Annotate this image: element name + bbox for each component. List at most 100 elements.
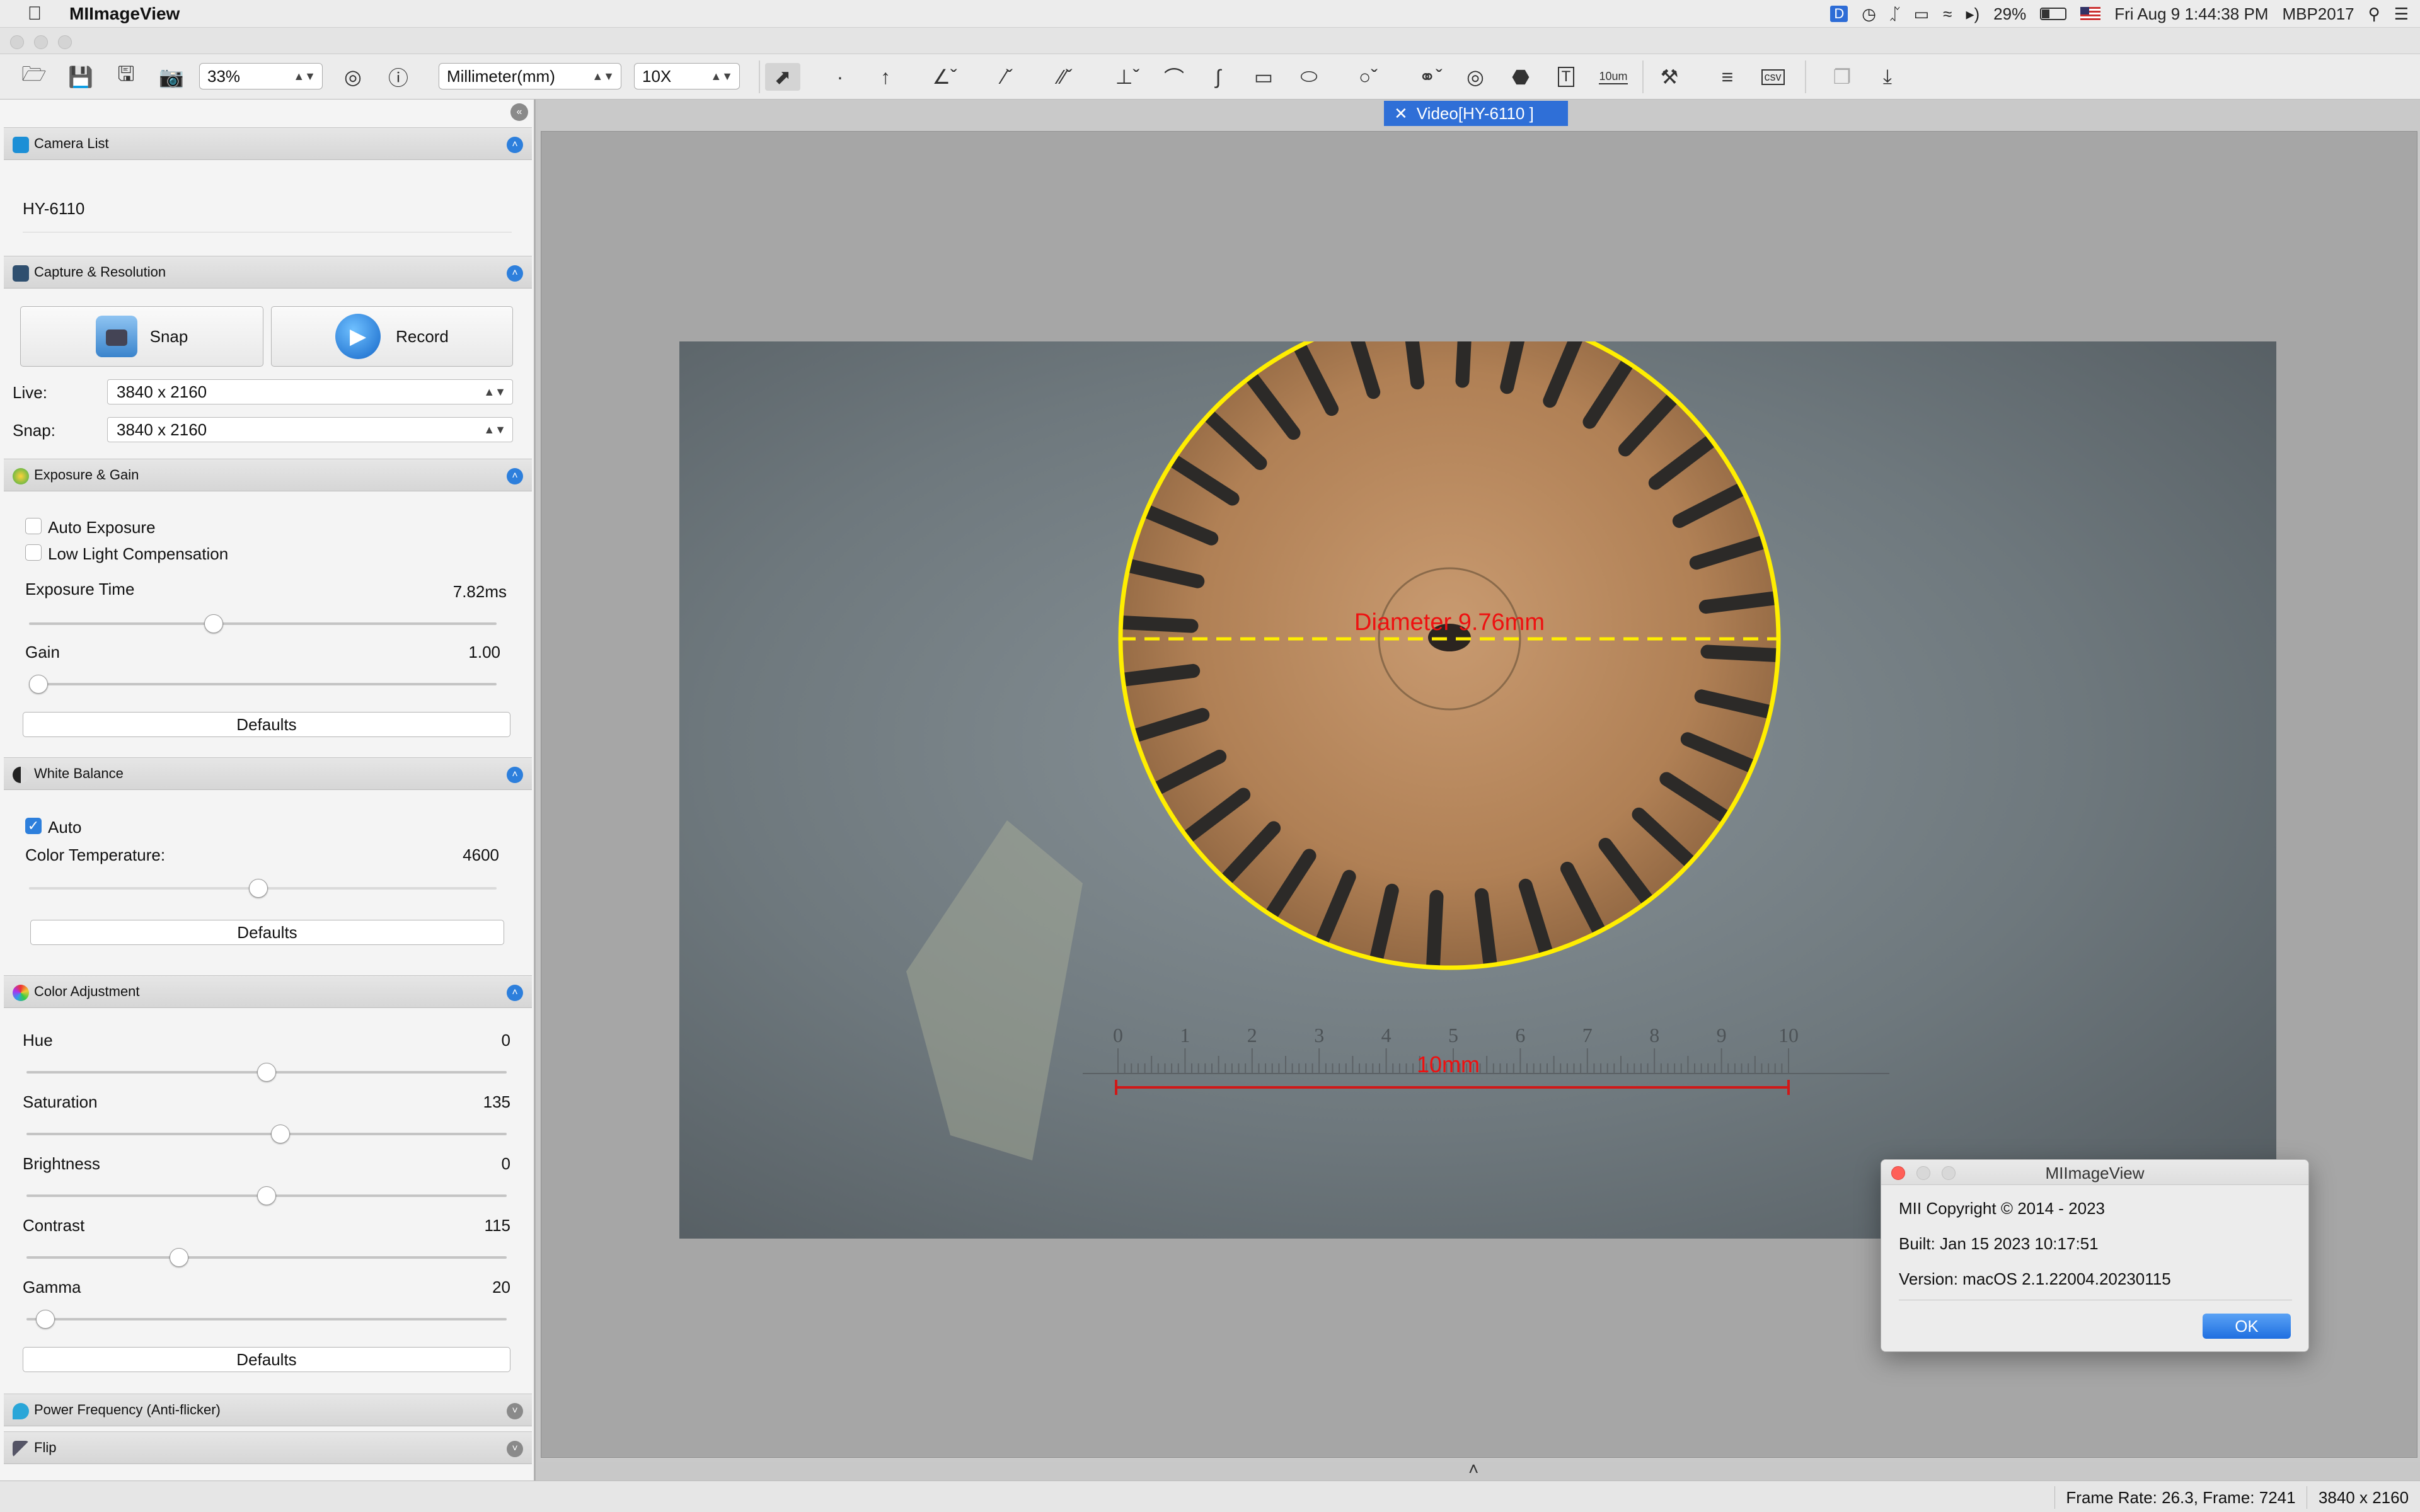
scale-bar-tool-icon[interactable]: 10um	[1596, 63, 1631, 91]
diameter-label: Diameter 9.76mm	[1354, 609, 1545, 636]
target-icon[interactable]: ◎	[338, 63, 368, 91]
chevron-up-icon[interactable]: ˄	[1468, 1459, 1484, 1479]
saturation-slider[interactable]	[26, 1125, 507, 1143]
live-video-image[interactable]: Diameter 9.76mm 0 1 2 3 4 5 6 7 8 9 10 10mm	[679, 341, 2276, 1239]
color-defaults-button[interactable]: Defaults	[23, 1347, 510, 1372]
download-icon[interactable]: ⤓	[1872, 63, 1903, 91]
white-balance-defaults-button[interactable]: Defaults	[30, 920, 504, 945]
auto-white-balance-checkbox[interactable]: ✓	[25, 818, 42, 834]
ok-button[interactable]: OK	[2203, 1314, 2291, 1339]
magnification-select[interactable]: 10X ▲▼	[634, 63, 740, 89]
section-power-frequency[interactable]: Power Frequency (Anti-flicker) ˅	[4, 1394, 532, 1426]
app-menu-name[interactable]: MIImageView	[69, 4, 180, 24]
gain-slider[interactable]	[29, 675, 497, 694]
airplay-icon[interactable]: ▭	[1914, 4, 1930, 24]
menubar-clock[interactable]: Fri Aug 9 1:44:38 PM	[2114, 4, 2268, 24]
section-flip[interactable]: Flip ˅	[4, 1431, 532, 1464]
apple-icon[interactable]: 	[0, 3, 69, 25]
layers-icon[interactable]: ≡	[1712, 63, 1743, 91]
chevron-up-icon[interactable]: ˄	[507, 468, 523, 484]
ellipse-tool-icon[interactable]: ⬭	[1294, 63, 1323, 91]
line-tool-icon[interactable]: ∕ˇ	[986, 63, 1030, 91]
chevron-down-icon[interactable]: ˅	[507, 1403, 523, 1419]
notification-center-icon[interactable]: ☰	[2394, 4, 2409, 24]
open-folder-icon[interactable]: 🗁	[19, 62, 49, 91]
parallel-line-tool-icon[interactable]: ∕∕ˇ	[1042, 63, 1089, 91]
auto-exposure-checkbox[interactable]	[25, 518, 42, 534]
window-zoom-icon[interactable]	[58, 35, 72, 49]
dictionary-icon[interactable]: D	[1830, 6, 1848, 22]
annulus-tool-icon[interactable]: ◎	[1461, 63, 1490, 91]
save-icon[interactable]: 💾	[66, 63, 96, 91]
bluetooth-icon[interactable]: ᛢ	[1890, 4, 1900, 24]
ruler-tick-label: 10	[1778, 1024, 1799, 1046]
slider-thumb[interactable]	[29, 675, 48, 694]
polygon-tool-icon[interactable]: ⬣	[1506, 63, 1535, 91]
circle-tool-icon[interactable]: ○ˇ	[1346, 63, 1390, 91]
hue-slider[interactable]	[26, 1063, 507, 1082]
window-minimize-icon[interactable]	[34, 35, 48, 49]
slider-thumb[interactable]	[257, 1186, 276, 1205]
info-icon[interactable]: ⓘ	[383, 63, 413, 91]
flag-icon[interactable]	[2080, 7, 2101, 21]
camera-snapshot-icon[interactable]: 📷	[156, 63, 187, 91]
battery-percent[interactable]: 29%	[1993, 4, 2026, 24]
window-close-icon[interactable]	[10, 35, 24, 49]
battery-icon[interactable]	[2040, 8, 2067, 20]
text-tool-icon[interactable]: T	[1552, 63, 1581, 91]
two-circle-tool-icon[interactable]: ⚭ˇ	[1405, 63, 1456, 91]
section-exposure-gain[interactable]: Exposure & Gain ˄	[4, 459, 532, 491]
arc-tool-icon[interactable]: ⌒	[1160, 63, 1189, 91]
slider-thumb[interactable]	[257, 1063, 276, 1082]
save-as-icon[interactable]: 🖫	[111, 62, 141, 91]
slider-thumb[interactable]	[270, 1125, 290, 1143]
spotlight-icon[interactable]: ⚲	[2368, 4, 2380, 24]
rectangle-tool-icon[interactable]: ▭	[1249, 63, 1278, 91]
point-tool-icon[interactable]: ·	[826, 63, 855, 91]
section-camera-list[interactable]: Camera List ˄	[4, 127, 532, 160]
chevron-up-icon[interactable]: ˄	[507, 767, 523, 783]
curve-tool-icon[interactable]: ∫	[1204, 63, 1233, 91]
slider-thumb[interactable]	[169, 1248, 188, 1267]
export-csv-icon[interactable]: csv	[1757, 63, 1789, 91]
close-tab-icon[interactable]: ✕	[1394, 104, 1408, 123]
time-machine-icon[interactable]: ◷	[1862, 4, 1876, 24]
snap-resolution-select[interactable]: 3840 x 2160 ▲▼	[107, 417, 513, 442]
section-color-adjustment[interactable]: Color Adjustment ˄	[4, 975, 532, 1008]
brightness-slider[interactable]	[26, 1186, 507, 1205]
record-button[interactable]: ▶ Record	[271, 306, 513, 367]
color-temperature-slider[interactable]	[29, 879, 497, 898]
chevron-up-icon[interactable]: ˄	[507, 137, 523, 153]
slider-thumb[interactable]	[204, 614, 223, 633]
exposure-time-slider[interactable]	[29, 614, 497, 633]
wifi-icon[interactable]: ≈	[1943, 4, 1952, 24]
exposure-defaults-button[interactable]: Defaults	[23, 712, 510, 737]
slider-thumb[interactable]	[248, 879, 268, 898]
section-capture-resolution[interactable]: Capture & Resolution ˄	[4, 256, 532, 289]
gamma-slider[interactable]	[26, 1310, 507, 1329]
chevron-down-icon[interactable]: ˅	[507, 1441, 523, 1457]
arrow-tool-icon[interactable]: ↑	[871, 63, 900, 91]
select-pointer-icon[interactable]: ⬈	[765, 63, 800, 91]
volume-icon[interactable]: ▸)	[1966, 4, 1979, 24]
chevron-up-icon[interactable]: ˄	[507, 985, 523, 1001]
tab-video[interactable]: ✕ Video[HY-6110 ]	[1384, 101, 1568, 126]
zoom-select[interactable]: 33% ▲▼	[199, 63, 323, 89]
section-white-balance[interactable]: White Balance ˄	[4, 757, 532, 790]
menubar-hostname[interactable]: MBP2017	[2282, 4, 2354, 24]
overlay-icon[interactable]: ❐	[1826, 63, 1858, 91]
live-resolution-select[interactable]: 3840 x 2160 ▲▼	[107, 379, 513, 404]
chevron-up-icon[interactable]: ˄	[507, 265, 523, 282]
slider-thumb[interactable]	[35, 1310, 55, 1329]
calibration-tool-icon[interactable]: ⚒	[1654, 63, 1685, 91]
unit-select[interactable]: Millimeter(mm) ▲▼	[439, 63, 621, 89]
angle-tool-icon[interactable]: ∠ˇ	[923, 63, 967, 91]
perpendicular-tool-icon[interactable]: ⊥ˇ	[1105, 63, 1150, 91]
low-light-checkbox[interactable]	[25, 544, 42, 561]
collapse-sidebar-icon[interactable]: «	[510, 103, 528, 121]
frame-info: Frame Rate: 26.3, Frame: 7241	[2054, 1486, 2307, 1509]
camera-item[interactable]: HY-6110	[23, 199, 84, 219]
exposure-icon	[13, 468, 29, 484]
contrast-slider[interactable]	[26, 1248, 507, 1267]
snap-button[interactable]: Snap	[20, 306, 263, 367]
